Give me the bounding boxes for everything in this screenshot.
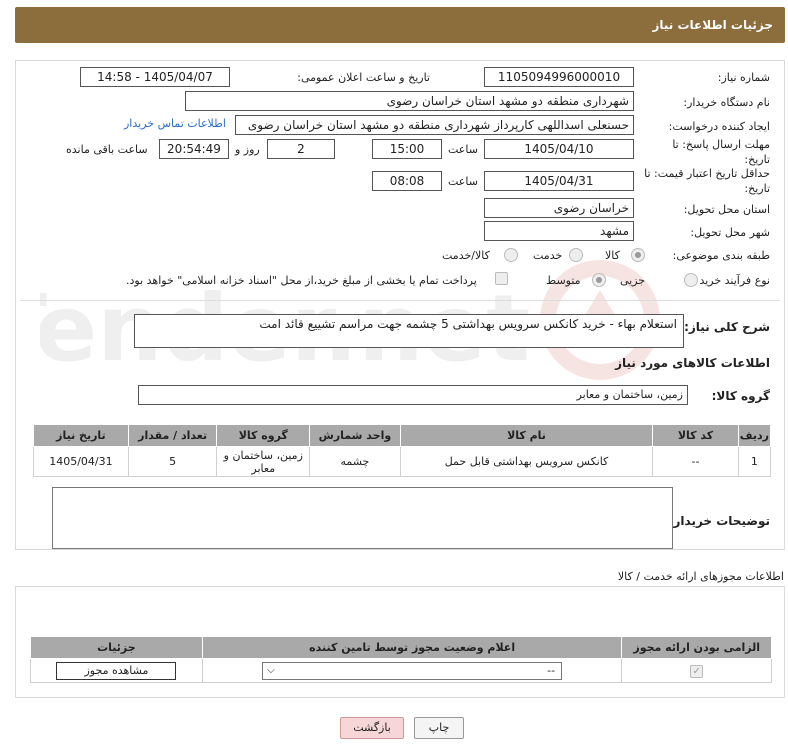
goods-info-heading: اطلاعات کالاهای مورد نیاز (615, 356, 770, 370)
col-item-name: نام کالا (399, 424, 654, 447)
creator-label: ایجاد کننده درخواست: (668, 120, 770, 133)
category-radio-both[interactable] (504, 248, 518, 262)
col-license-status: اعلام وضعیت مجوز توسط تامین کننده (201, 636, 623, 659)
divider (20, 300, 780, 301)
buyer-notes-field[interactable] (52, 487, 673, 549)
cell-row-number: 1 (737, 446, 772, 477)
cell-item-code: -- (652, 446, 739, 477)
cell-license-required: ✓ (621, 658, 772, 683)
deadline-time-label: ساعت (448, 143, 478, 156)
goods-group-field: زمین، ساختمان و معابر (138, 385, 688, 405)
deadline-time-field: 15:00 (372, 139, 442, 159)
buyer-label: نام دستگاه خریدار: (683, 96, 770, 109)
deadline-label: مهلت ارسال پاسخ: تا تاریخ: (672, 138, 770, 166)
print-button[interactable]: چاپ (414, 717, 464, 739)
col-need-date: تاریخ نیاز (33, 424, 129, 447)
page-header: جزئیات اطلاعات نیاز (15, 7, 785, 43)
description-label: شرح کلی نیاز: (684, 320, 770, 334)
creator-field: حسنعلی اسداللهی کارپرداز شهرداری منطقه د… (235, 115, 634, 135)
description-field: استعلام بهاء - خرید کانکس سرویس بهداشتی … (134, 314, 684, 348)
view-license-button[interactable]: مشاهده مجوز (56, 661, 177, 680)
license-required-checkbox[interactable]: ✓ (690, 664, 704, 678)
treasury-checkbox[interactable] (495, 272, 508, 285)
goods-group-label: گروه کالا: (711, 389, 770, 403)
buyer-contact-link[interactable]: اطلاعات تماس خریدار (124, 117, 226, 130)
cell-license-details: مشاهده مجوز (30, 658, 203, 683)
cell-need-date: 1405/04/31 (33, 446, 129, 477)
province-label: استان محل تحویل: (683, 203, 770, 216)
col-quantity: تعداد / مقدار (127, 424, 218, 447)
table-row: 1 -- کانکس سرویس بهداشتی قابل حمل چشمه ز… (33, 446, 772, 477)
col-group: گروه کالا (216, 424, 311, 447)
city-label: شهر محل تحویل: (690, 226, 770, 239)
items-table: ردیف کد کالا نام کالا واحد شمارش گروه کا… (33, 424, 772, 477)
items-header-row: ردیف کد کالا نام کالا واحد شمارش گروه کا… (33, 424, 772, 447)
need-number-label: شماره نیاز: (717, 71, 770, 84)
process-option-minor: جزیی (620, 274, 646, 287)
cell-quantity: 5 (127, 446, 218, 477)
province-field: خراسان رضوی (484, 198, 634, 218)
col-license-required: الزامی بودن ارائه مجوز (621, 636, 772, 659)
licenses-header-row: الزامی بودن ارائه مجوز اعلام وضعیت مجوز … (30, 636, 772, 659)
cell-unit: چشمه (309, 446, 401, 477)
table-row: ✓ -- ⌵ مشاهده مجوز (30, 658, 772, 683)
deadline-date-field: 1405/04/10 (484, 139, 634, 159)
licenses-section-label: اطلاعات مجوزهای ارائه خدمت / کالا (617, 570, 784, 583)
price-time-label: ساعت (448, 175, 478, 188)
cell-group: زمین، ساختمان و معابر (216, 446, 311, 477)
licenses-table: الزامی بودن ارائه مجوز اعلام وضعیت مجوز … (30, 636, 772, 683)
buyer-field: شهرداری منطقه دو مشهد استان خراسان رضوی (185, 91, 634, 111)
cell-item-name: کانکس سرویس بهداشتی قابل حمل (399, 446, 654, 477)
price-validity-label: حداقل تاریخ اعتبار قیمت: تا تاریخ: (644, 167, 770, 195)
category-option-goods: کالا (605, 249, 620, 262)
category-radio-goods[interactable] (631, 248, 645, 262)
chevron-down-icon: ⌵ (267, 664, 275, 676)
remaining-label: ساعت باقی مانده (66, 143, 148, 156)
col-unit: واحد شمارش (309, 424, 401, 447)
need-number-field: 1105094996000010 (484, 67, 634, 87)
days-field: 2 (267, 139, 335, 159)
category-label: طبقه بندی موضوعی: (672, 249, 770, 262)
remaining-time-field: 20:54:49 (159, 139, 229, 159)
description-text: استعلام بهاء - خرید کانکس سرویس بهداشتی … (259, 317, 677, 331)
license-status-value: -- (547, 663, 556, 677)
process-radio-minor[interactable] (684, 273, 698, 287)
days-label: روز و (235, 143, 260, 156)
back-button[interactable]: بازگشت (340, 717, 404, 739)
license-status-select[interactable]: -- ⌵ (262, 661, 563, 680)
process-label: نوع فرآیند خرید : (692, 274, 770, 287)
category-option-both: کالا/خدمت (442, 249, 490, 262)
col-license-details: جزئیات (30, 636, 203, 659)
page-title: جزئیات اطلاعات نیاز (652, 18, 773, 32)
price-date-field: 1405/04/31 (484, 171, 634, 191)
city-field: مشهد (484, 221, 634, 241)
price-time-field: 08:08 (372, 171, 442, 191)
announce-label: تاریخ و ساعت اعلان عمومی: (297, 71, 430, 84)
buyer-notes-label: توضیحات خریدار: (668, 514, 770, 528)
col-row-number: ردیف (737, 424, 772, 447)
process-option-medium: متوسط (546, 274, 581, 287)
process-radio-medium[interactable] (592, 273, 606, 287)
category-option-service: خدمت (533, 249, 563, 262)
announce-field: 1405/04/07 - 14:58 (80, 67, 230, 87)
cell-license-status: -- ⌵ (201, 658, 623, 683)
payment-note: پرداخت تمام یا بخشی از مبلغ خرید،از محل … (126, 274, 477, 287)
category-radio-service[interactable] (569, 248, 583, 262)
col-item-code: کد کالا (652, 424, 739, 447)
